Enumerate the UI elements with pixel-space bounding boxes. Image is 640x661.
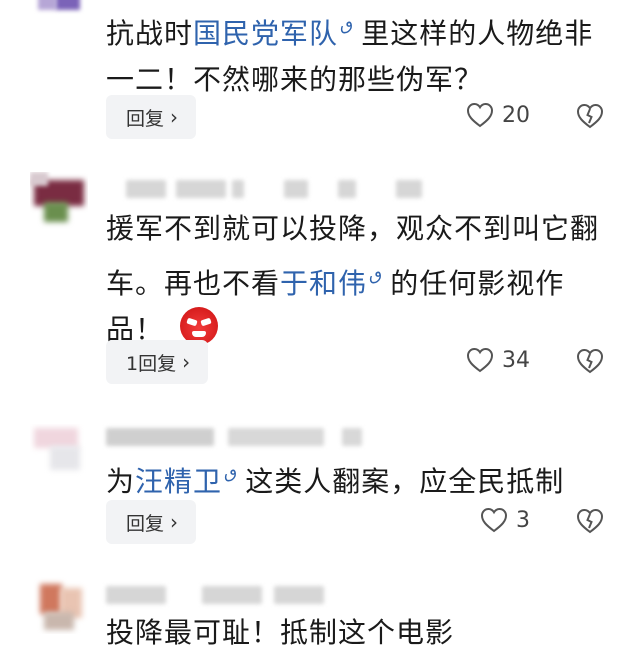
- dislike-button[interactable]: [576, 103, 604, 133]
- avatar[interactable]: [30, 424, 88, 482]
- dislike-button[interactable]: [576, 508, 604, 538]
- search-hint-icon: ٯ: [369, 265, 383, 285]
- reply-button-label: 回复: [126, 107, 165, 130]
- like-button[interactable]: 3: [480, 507, 530, 533]
- comment-text: 援军不到就可以投降，观众不到叫它翻车。再也不看于和伟 ٯ 的任何影视作品！: [106, 206, 606, 353]
- comment-text: 投降最可耻！抵制这个电影: [106, 610, 606, 656]
- topic-link-wang-jingwei[interactable]: 汪精卫 ٯ: [135, 463, 238, 498]
- comment-text: 为汪精卫 ٯ 这类人翻案，应全民抵制: [106, 450, 606, 505]
- comment-text-before: 为: [106, 465, 136, 498]
- reply-button[interactable]: 回复 ›: [106, 500, 197, 544]
- chevron-right-icon: ›: [170, 105, 179, 129]
- topic-link-kmt-army[interactable]: 国民党军队 ٯ: [193, 15, 354, 50]
- reply-button[interactable]: 回复 ›: [106, 95, 197, 139]
- reply-button[interactable]: 1回复 ›: [106, 340, 209, 384]
- reply-button-label: 回复: [126, 512, 165, 535]
- broken-heart-icon: [576, 348, 604, 374]
- avatar[interactable]: [30, 0, 88, 18]
- dislike-button[interactable]: [576, 348, 604, 378]
- chevron-right-icon: ›: [182, 350, 191, 374]
- comment-text-before: 抗战时: [106, 17, 194, 50]
- avatar[interactable]: [30, 172, 88, 230]
- topic-link-yu-hewei[interactable]: 于和伟 ٯ: [280, 265, 383, 300]
- like-count: 34: [502, 347, 530, 373]
- like-count: 3: [516, 507, 530, 533]
- comment-item-4: 投降最可耻！抵制这个电影: [0, 570, 640, 661]
- comment-text-after: 这类人翻案，应全民抵制: [245, 465, 565, 498]
- search-hint-icon: ٯ: [224, 463, 238, 483]
- heart-outline-icon: [466, 102, 494, 128]
- comment-text: 抗战时国民党军队 ٯ 里这样的人物绝非一二！不然哪来的那些伪军？: [106, 2, 606, 103]
- comment-text-before: 投降最可耻！抵制这个电影: [106, 616, 455, 649]
- like-count: 20: [502, 102, 530, 128]
- broken-heart-icon: [576, 103, 604, 129]
- comment-item-2: 援军不到就可以投降，观众不到叫它翻车。再也不看于和伟 ٯ 的任何影视作品！ 1回复 …: [0, 150, 640, 410]
- search-hint-icon: ٯ: [340, 15, 354, 35]
- like-button[interactable]: 34: [466, 347, 530, 373]
- like-button[interactable]: 20: [466, 102, 530, 128]
- heart-outline-icon: [480, 507, 508, 533]
- avatar[interactable]: [30, 576, 88, 634]
- comment-item-1: 抗战时国民党军队 ٯ 里这样的人物绝非一二！不然哪来的那些伪军？ 回复 › 20: [0, 0, 640, 150]
- chevron-right-icon: ›: [170, 510, 179, 534]
- reply-button-label: 1回复: [126, 352, 177, 375]
- broken-heart-icon: [576, 508, 604, 534]
- comment-item-3: 为汪精卫 ٯ 这类人翻案，应全民抵制 回复 › 3: [0, 410, 640, 570]
- heart-outline-icon: [466, 347, 494, 373]
